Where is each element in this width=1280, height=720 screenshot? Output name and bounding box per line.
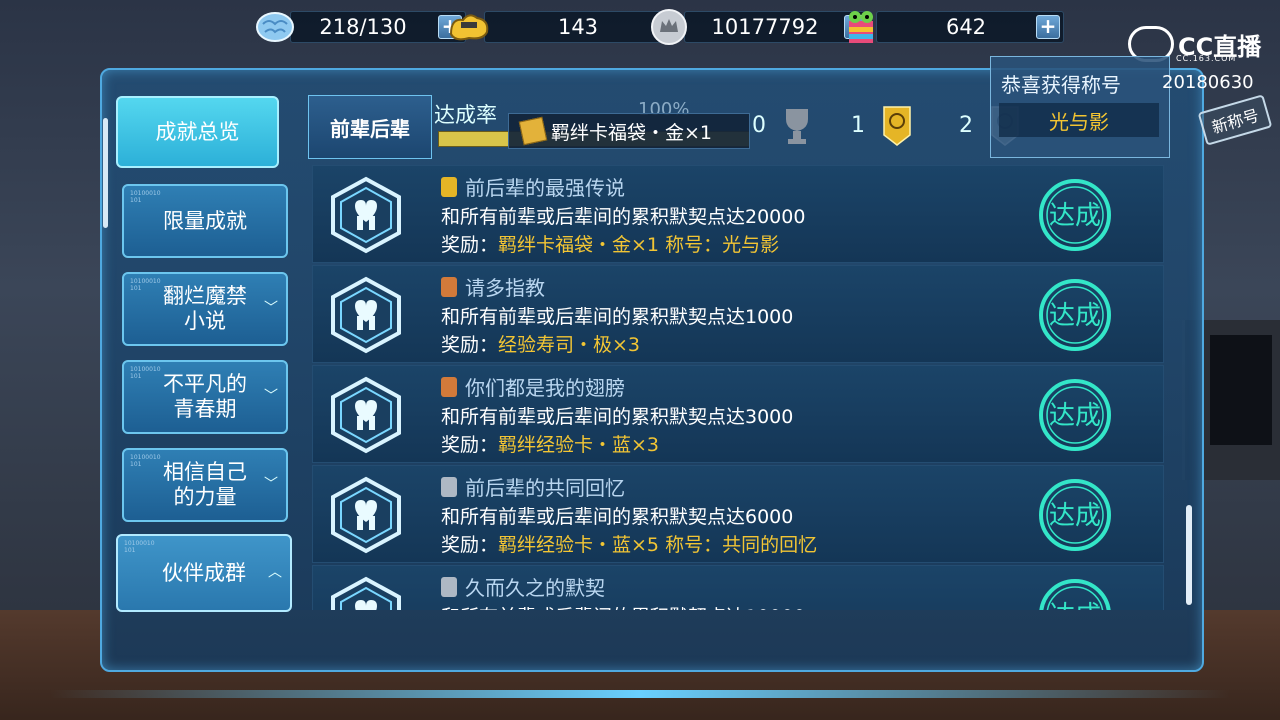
sidebar-item-youth[interactable]: 10100010 101 不平凡的 青春期 ﹀ — [122, 360, 288, 434]
sidebar-scrollbar[interactable] — [103, 118, 108, 228]
silver-medal-icon — [441, 477, 457, 497]
completed-stamp-text: 达成 — [1049, 601, 1101, 610]
title-date: 20180630 — [1162, 72, 1254, 93]
achievement-reward: 奖励：羁绊经验卡・蓝×3 — [441, 434, 660, 456]
chevron-down-icon: ﹀ — [264, 300, 278, 317]
background-tv — [1210, 335, 1272, 445]
reward-popup: 羁绊卡福袋・金×1 — [508, 113, 750, 149]
sidebar-item-overview[interactable]: 成就总览 — [116, 96, 279, 168]
sidebar-item-power[interactable]: 10100010 101 相信自己 的力量 ﹀ — [122, 448, 288, 522]
achievement-reward: 奖励：羁绊卡福袋・金×1 称号：光与影 — [441, 234, 780, 256]
completed-stamp-text: 达成 — [1049, 301, 1101, 331]
partners-hex-icon — [331, 376, 401, 454]
trophy-count-plain: 0 — [752, 113, 766, 138]
cup-icon — [786, 109, 808, 144]
completed-stamp-text: 达成 — [1049, 501, 1101, 531]
resource-brain: 218/130 + — [252, 10, 466, 44]
achievement-list[interactable]: 前后辈的最强传说 和所有前辈或后辈间的累积默契点达20000 奖励：羁绊卡福袋・… — [308, 165, 1168, 610]
obtained-title: 光与影 — [999, 103, 1159, 137]
achievement-name: 你们都是我的翅膀 — [465, 376, 625, 400]
completed-stamp-icon: 达成 — [1039, 179, 1111, 251]
achievement-description: 和所有前辈或后辈间的累积默契点达1000 — [441, 306, 794, 328]
achievement-row[interactable]: 前后辈的共同回忆 和所有前辈或后辈间的累积默契点达6000 奖励：羁绊经验卡・蓝… — [312, 465, 1164, 563]
lucky-bag-icon — [518, 116, 548, 146]
title-obtained-popup: 恭喜获得称号 光与影 — [990, 56, 1170, 158]
achievement-name: 前后辈的最强传说 — [465, 176, 625, 200]
partners-hex-icon — [331, 276, 401, 354]
achievement-description: 和所有前辈或后辈间的累积默契点达6000 — [441, 506, 794, 528]
partners-hex-icon — [331, 176, 401, 254]
gold-medal-icon — [883, 106, 911, 146]
completed-stamp-icon: 达成 — [1039, 579, 1111, 610]
achievement-reward: 奖励：羁绊经验卡・蓝×5 称号：共同的回忆 — [441, 534, 818, 556]
completed-stamp-icon: 达成 — [1039, 279, 1111, 351]
brain-icon — [252, 7, 298, 47]
completed-stamp-icon: 达成 — [1039, 479, 1111, 551]
bronze-medal-icon — [441, 277, 457, 297]
chevron-down-icon: ﹀ — [264, 388, 278, 405]
achievement-description: 和所有前辈或后辈间的累积默契点达20000 — [441, 206, 806, 228]
sidebar-item-companions[interactable]: 10100010 101 伙伴成群 ︿ — [116, 534, 292, 612]
achievement-row[interactable]: 你们都是我的翅膀 和所有前辈或后辈间的累积默契点达3000 奖励：羁绊经验卡・蓝… — [312, 365, 1164, 463]
resource-frog: 642 + — [838, 10, 1064, 44]
silver-medal-icon — [441, 577, 457, 597]
gold-medal-icon — [441, 177, 457, 197]
category-title: 前辈后辈 — [308, 95, 432, 159]
chevron-down-icon: ﹀ — [264, 476, 278, 493]
achievement-row[interactable]: 请多指教 和所有前辈或后辈间的累积默契点达1000 奖励：经验寿司・极×3 达成 — [312, 265, 1164, 363]
completed-stamp-icon: 达成 — [1039, 379, 1111, 451]
resource-stamina-value: 143 — [484, 11, 672, 43]
achievement-name: 久而久之的默契 — [465, 576, 605, 600]
achievement-description: 和所有前辈或后辈间的累积默契点达10000 — [441, 602, 805, 610]
achievement-name: 请多指教 — [465, 276, 545, 300]
crown-coin-icon — [646, 7, 692, 47]
achievement-description: 和所有前辈或后辈间的累积默契点达3000 — [441, 406, 794, 428]
trophy-count-gold: 1 — [851, 113, 865, 138]
achievement-reward: 奖励：经验寿司・极×3 — [441, 334, 641, 356]
bronze-medal-icon — [441, 377, 457, 397]
achievement-row[interactable]: 前后辈的最强传说 和所有前辈或后辈间的累积默契点达20000 奖励：羁绊卡福袋・… — [312, 165, 1164, 263]
sidebar-item-limited[interactable]: 10100010 101 限量成就 — [122, 184, 288, 258]
resource-stamina: 143 — [446, 10, 672, 44]
bottom-glow — [50, 690, 1230, 698]
sidebar-item-index[interactable]: 10100010 101 翻烂魔禁 小说 ﹀ — [122, 272, 288, 346]
resource-frog-value: 642 + — [876, 11, 1064, 43]
partners-hex-icon — [331, 576, 401, 610]
completed-stamp-text: 达成 — [1049, 401, 1101, 431]
resource-brain-value: 218/130 + — [290, 11, 466, 43]
chevron-up-icon: ︿ — [268, 564, 282, 581]
list-scrollbar[interactable] — [1186, 505, 1192, 605]
completion-rate-label: 达成率 — [434, 103, 497, 127]
trophy-count-silver: 2 — [959, 113, 973, 138]
partners-hex-icon — [331, 476, 401, 554]
completed-stamp-text: 达成 — [1049, 201, 1101, 231]
add-frog-button[interactable]: + — [1036, 15, 1060, 39]
rainbow-frog-icon — [838, 7, 884, 47]
muscle-icon — [446, 7, 492, 47]
achievement-name: 前后辈的共同回忆 — [465, 476, 625, 500]
achievement-row[interactable]: 久而久之的默契 和所有前辈或后辈间的累积默契点达10000 奖励： 达成 — [312, 565, 1164, 610]
